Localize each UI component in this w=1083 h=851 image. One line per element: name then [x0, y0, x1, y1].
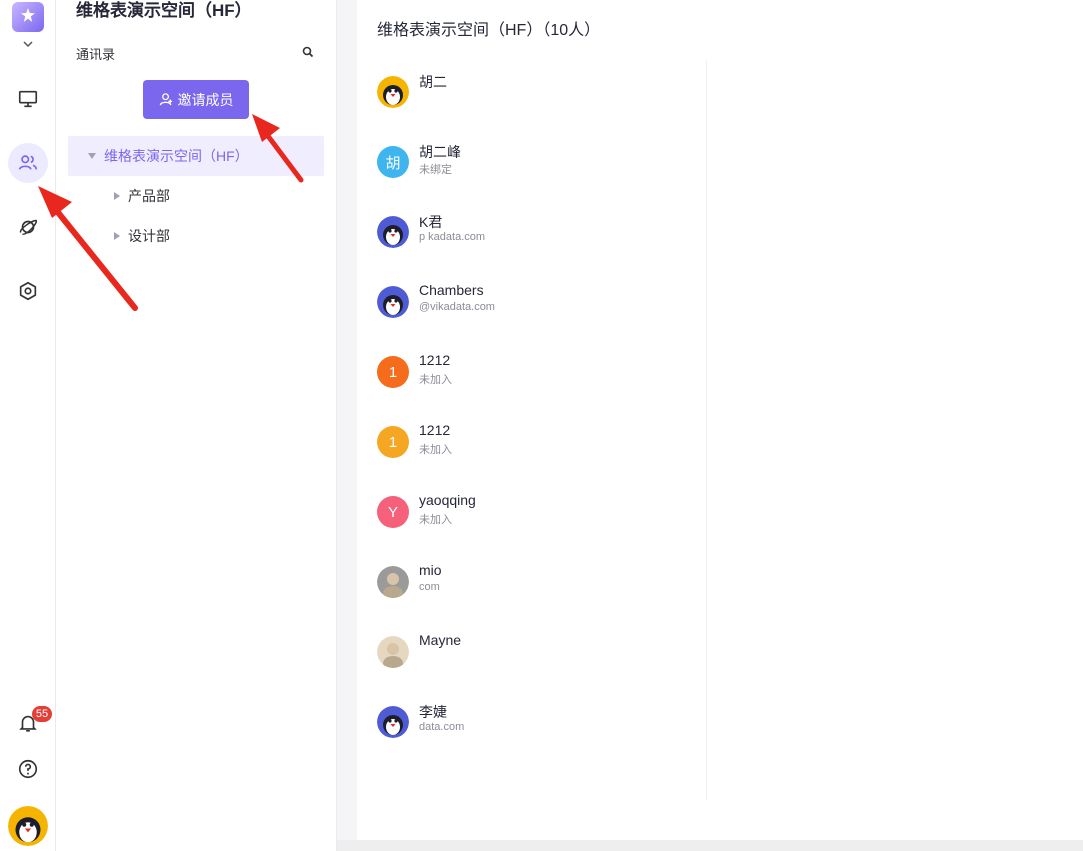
tree-item-design[interactable]: 设计部: [114, 216, 170, 256]
management-button[interactable]: [8, 271, 48, 311]
caret-down-icon[interactable]: [88, 153, 96, 159]
member-email-status: 未加入: [419, 444, 452, 456]
contacts-panel: 维格表演示空间（HF） 通讯录 邀请成员 维格表演示空间（HF） 产品部 设计部: [56, 0, 337, 851]
member-row[interactable]: Yyaoqqing 未加入: [377, 490, 697, 550]
help-button[interactable]: [8, 749, 48, 789]
rocket-icon: [19, 219, 37, 236]
member-row[interactable]: 1 1212 未加入: [377, 350, 697, 410]
member-row[interactable]: 1 1212 未加入: [377, 420, 697, 480]
avatar-initial: 胡: [385, 154, 401, 172]
member-name: 胡二峰: [419, 144, 461, 160]
contacts-label: 通讯录: [76, 47, 116, 62]
space-logo[interactable]: [12, 2, 44, 32]
explore-button[interactable]: [8, 207, 48, 247]
member-avatar: 胡: [377, 146, 409, 178]
member-name: K君: [419, 214, 443, 230]
member-avatar: Y: [377, 496, 409, 528]
member-row[interactable]: 胡二: [377, 70, 697, 130]
member-name: mio: [419, 562, 442, 578]
member-name: 李婕: [419, 704, 447, 720]
settings-icon: [19, 281, 37, 301]
member-row[interactable]: K君 p kadata.com: [377, 210, 697, 270]
member-list-title: 维格表演示空间（HF）（10人）: [377, 22, 601, 39]
space-title: 维格表演示空间（HF）: [76, 1, 252, 20]
member-name: Chambers: [419, 282, 484, 298]
column-divider: [706, 60, 707, 800]
member-avatar: 1: [377, 426, 409, 458]
left-rail: 55: [0, 0, 56, 851]
invite-member-label: 邀请成员: [177, 91, 234, 108]
member-name: 胡二: [419, 74, 447, 90]
caret-right-icon[interactable]: [114, 192, 120, 200]
member-email-status: 未绑定: [419, 164, 452, 176]
member-avatar: [377, 706, 409, 738]
member-row[interactable]: 李婕 data.com: [377, 700, 697, 760]
member-row[interactable]: Mayne: [377, 630, 697, 690]
member-email-status: p kadata.com: [419, 231, 486, 243]
member-name: Mayne: [419, 632, 462, 648]
member-row[interactable]: Chambers @vikadata.com: [377, 280, 697, 340]
tree-item-label: 产品部: [128, 188, 170, 204]
tree-root-space[interactable]: 维格表演示空间（HF）: [68, 136, 324, 176]
member-avatar: [377, 566, 409, 598]
tree-item-product[interactable]: 产品部: [114, 176, 170, 216]
member-email-status: 未加入: [419, 374, 452, 386]
member-name: 1212: [419, 352, 451, 368]
tree-root-label: 维格表演示空间（HF）: [104, 148, 249, 164]
invite-member-button[interactable]: 邀请成员: [143, 80, 249, 119]
member-avatar: [377, 76, 409, 108]
member-email-status: @vikadata.com: [419, 301, 495, 313]
search-icon[interactable]: [302, 46, 314, 58]
avatar-initial: 1: [388, 433, 398, 451]
help-icon: [18, 759, 38, 779]
member-avatar: 1: [377, 356, 409, 388]
tree-item-label: 设计部: [128, 228, 170, 244]
member-list-area: 维格表演示空间（HF）（10人） 胡二胡 胡二峰未绑定 K君 p kadata.com…: [357, 0, 1083, 840]
user-avatar[interactable]: [8, 806, 48, 846]
caret-right-icon[interactable]: [114, 232, 120, 240]
member-email-status: data.com: [419, 721, 465, 733]
member-avatar: [377, 286, 409, 318]
add-user-icon: [159, 93, 172, 106]
chevron-down-icon[interactable]: [20, 36, 36, 52]
contacts-button[interactable]: [8, 143, 48, 183]
workbench-button[interactable]: [8, 79, 48, 119]
member-name: 1212: [419, 422, 451, 438]
member-avatar: [377, 216, 409, 248]
contacts-icon: [18, 155, 38, 170]
avatar-initial: 1: [388, 363, 398, 381]
notification-badge: 55: [32, 706, 52, 722]
member-avatar: [377, 636, 409, 668]
member-email-status: com: [419, 581, 440, 593]
avatar-initial: Y: [387, 503, 398, 521]
member-name: yaoqqing: [419, 492, 476, 508]
member-email-status: 未加入: [419, 514, 452, 526]
bottom-strip: [337, 840, 1083, 851]
member-row[interactable]: 胡 胡二峰未绑定: [377, 140, 697, 200]
member-row[interactable]: mio com: [377, 560, 697, 620]
monitor-icon: [18, 90, 38, 108]
